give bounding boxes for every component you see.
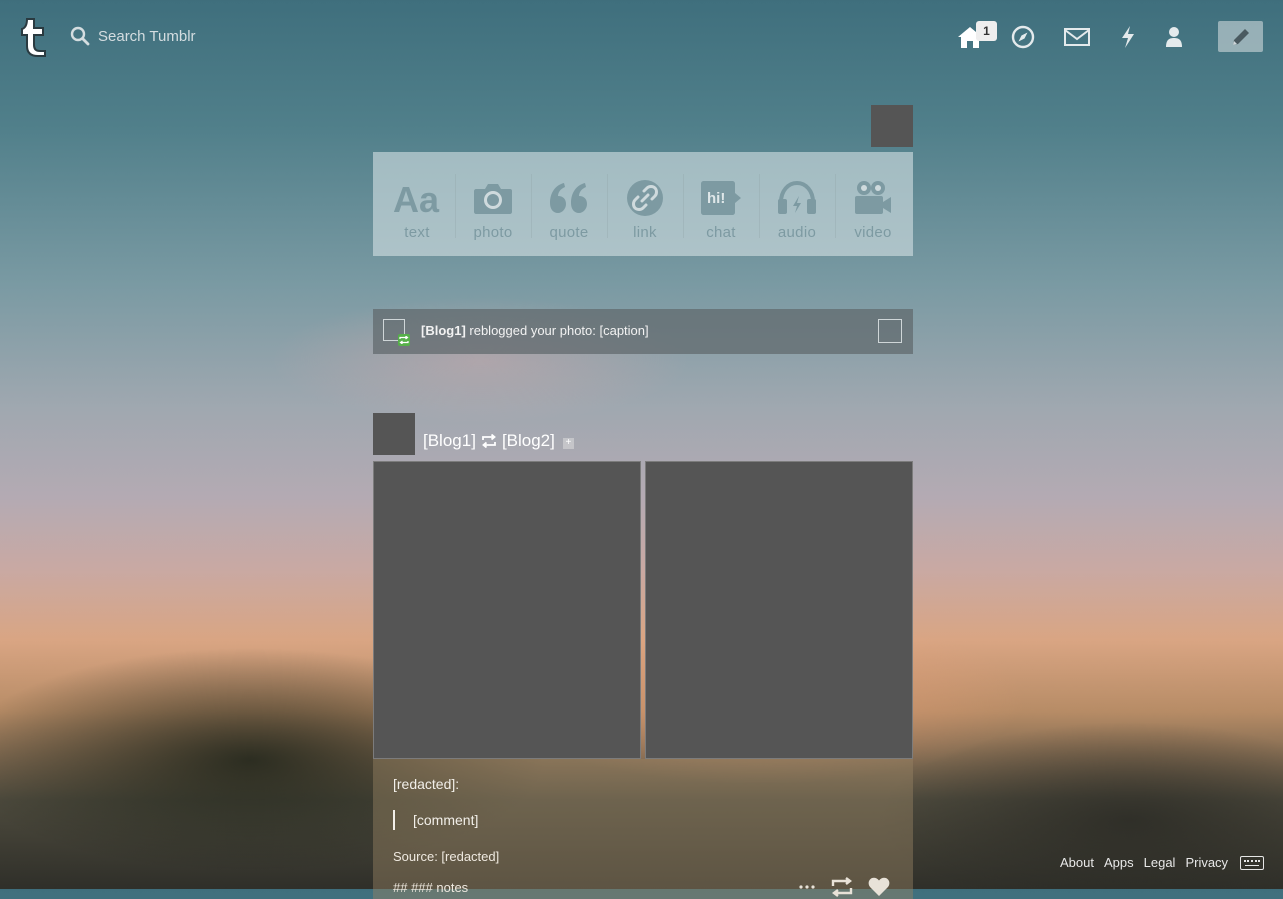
svg-text:Aa: Aa xyxy=(393,180,440,216)
follow-plus-icon[interactable]: + xyxy=(562,437,574,449)
post-type-label: video xyxy=(854,224,892,241)
post-photo-right[interactable] xyxy=(645,461,913,759)
notification-message: reblogged your photo: [caption] xyxy=(465,323,649,338)
notification-badge: 1 xyxy=(976,21,997,41)
post-type-label: chat xyxy=(706,224,736,241)
reblog-arrow-icon xyxy=(481,434,497,448)
text-icon: Aa xyxy=(393,178,441,218)
post-type-panel: Aa text photo quote link hi! chat audio … xyxy=(373,152,913,256)
post-type-label: link xyxy=(633,224,657,241)
quote-bar xyxy=(393,810,395,830)
tumblr-logo-icon[interactable] xyxy=(16,16,50,58)
post-commenter[interactable]: [redacted]: xyxy=(393,776,459,792)
footer-about-link[interactable]: About xyxy=(1060,855,1094,870)
compose-button[interactable] xyxy=(1218,21,1263,52)
headphones-icon xyxy=(777,178,817,218)
post-type-quote[interactable]: quote xyxy=(531,152,607,256)
notification-text: [Blog1] reblogged your photo: [caption] xyxy=(421,323,649,338)
more-icon[interactable] xyxy=(798,884,816,890)
post-notes[interactable]: ## ### notes xyxy=(393,880,468,895)
footer-legal-link[interactable]: Legal xyxy=(1144,855,1176,870)
reblog-badge-icon xyxy=(398,334,410,346)
post-to-blog[interactable]: [Blog2] xyxy=(502,431,555,451)
chat-icon: hi! xyxy=(700,178,742,218)
post-type-label: photo xyxy=(473,224,513,241)
user-avatar[interactable] xyxy=(871,105,913,147)
reblog-notification[interactable]: [Blog1] reblogged your photo: [caption] xyxy=(373,309,913,354)
post-type-photo[interactable]: photo xyxy=(455,152,531,256)
post-body: [redacted]: [comment] Source: [redacted]… xyxy=(373,759,913,899)
keyboard-shortcuts-icon[interactable] xyxy=(1240,855,1265,870)
post-type-link[interactable]: link xyxy=(607,152,683,256)
top-bar: 1 xyxy=(0,0,1283,76)
search-bar xyxy=(70,26,318,46)
post-actions xyxy=(798,877,890,897)
footer-privacy-link[interactable]: Privacy xyxy=(1185,855,1228,870)
footer-links: About Apps Legal Privacy xyxy=(1060,855,1265,870)
quote-icon xyxy=(548,178,590,218)
footer-apps-link[interactable]: Apps xyxy=(1104,855,1134,870)
search-input[interactable] xyxy=(98,27,318,45)
video-camera-icon xyxy=(853,178,893,218)
post-type-text[interactable]: Aa text xyxy=(379,152,455,256)
post-type-chat[interactable]: hi! chat xyxy=(683,152,759,256)
like-heart-icon[interactable] xyxy=(868,877,890,897)
post-header: [Blog1] [Blog2] + xyxy=(423,431,574,451)
pencil-icon xyxy=(1230,26,1252,48)
post-avatar[interactable] xyxy=(373,413,415,455)
reblog-icon[interactable] xyxy=(830,877,854,897)
post-type-audio[interactable]: audio xyxy=(759,152,835,256)
post-photo-left[interactable] xyxy=(373,461,641,759)
explore-icon[interactable] xyxy=(1008,22,1038,52)
post-type-label: quote xyxy=(549,224,589,241)
link-icon xyxy=(626,178,664,218)
inbox-icon[interactable] xyxy=(1062,22,1092,52)
post-source[interactable]: Source: [redacted] xyxy=(393,849,499,864)
svg-text:hi!: hi! xyxy=(707,190,725,207)
post-from-blog[interactable]: [Blog1] xyxy=(423,431,476,451)
notification-blog-link[interactable]: [Blog1] xyxy=(421,323,466,338)
search-icon[interactable] xyxy=(70,26,90,46)
post-type-label: audio xyxy=(777,224,817,241)
post-comment: [comment] xyxy=(413,812,479,828)
post-type-video[interactable]: video xyxy=(835,152,911,256)
account-icon[interactable] xyxy=(1159,22,1189,52)
activity-icon[interactable] xyxy=(1113,22,1143,52)
notification-thumbnail[interactable] xyxy=(878,319,902,343)
post-type-label: text xyxy=(404,224,430,241)
camera-icon xyxy=(473,178,513,218)
